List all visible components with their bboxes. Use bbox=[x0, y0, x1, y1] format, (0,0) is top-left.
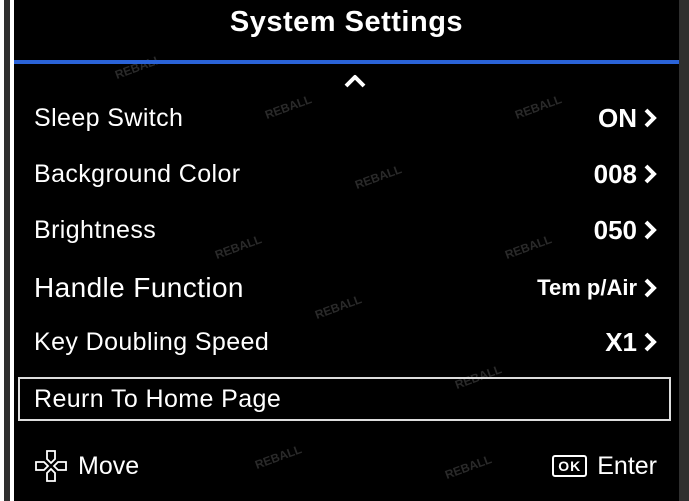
chevron-up-icon[interactable] bbox=[344, 70, 366, 92]
setting-label: Handle Function bbox=[34, 272, 244, 303]
setting-row-key-doubling-speed[interactable]: Key Doubling Speed X1 bbox=[34, 320, 657, 364]
setting-value: Tem p/Air bbox=[537, 275, 657, 301]
setting-value-text: 050 bbox=[593, 214, 637, 245]
setting-value: 008 bbox=[594, 159, 657, 190]
left-frame bbox=[0, 0, 14, 501]
footer-hints: Move OK Enter bbox=[34, 446, 657, 486]
setting-value: 050 bbox=[594, 215, 657, 246]
right-frame bbox=[679, 0, 689, 501]
setting-value-text: 008 bbox=[593, 158, 637, 189]
chevron-right-icon bbox=[644, 278, 657, 298]
setting-value: ON bbox=[598, 103, 657, 134]
setting-value-text: X1 bbox=[605, 326, 637, 357]
watermark: REBALL bbox=[113, 52, 164, 82]
ok-key-icon: OK bbox=[552, 455, 588, 477]
return-home-label: Reurn To Home Page bbox=[34, 384, 282, 413]
title-divider bbox=[14, 60, 679, 64]
setting-value: X1 bbox=[605, 327, 657, 358]
setting-value-text: ON bbox=[598, 102, 637, 133]
enter-label: Enter bbox=[597, 451, 657, 480]
setting-row-brightness[interactable]: Brightness 050 bbox=[34, 208, 657, 252]
chevron-right-icon bbox=[644, 220, 657, 240]
dpad-icon bbox=[35, 450, 67, 482]
setting-value-text: Tem p/Air bbox=[537, 275, 637, 300]
setting-row-handle-function[interactable]: Handle Function Tem p/Air bbox=[34, 266, 657, 310]
setting-row-sleep-switch[interactable]: Sleep Switch ON bbox=[34, 96, 657, 140]
setting-label: Key Doubling Speed bbox=[34, 327, 270, 356]
chevron-right-icon bbox=[644, 332, 657, 352]
chevron-right-icon bbox=[644, 108, 657, 128]
setting-label: Brightness bbox=[34, 215, 157, 244]
enter-hint: OK Enter bbox=[552, 452, 657, 481]
left-frame-inner bbox=[4, 0, 10, 501]
move-hint: Move bbox=[34, 449, 139, 483]
setting-label: Background Color bbox=[34, 159, 241, 188]
return-home-item[interactable]: Reurn To Home Page bbox=[18, 377, 671, 421]
move-label: Move bbox=[78, 451, 140, 480]
page-title: System Settings bbox=[229, 6, 464, 38]
setting-row-background-color[interactable]: Background Color 008 bbox=[34, 152, 657, 196]
settings-screen: REBALL REBALL REBALL REBALL REBALL REBAL… bbox=[14, 0, 679, 501]
setting-label: Sleep Switch bbox=[34, 103, 184, 132]
chevron-right-icon bbox=[644, 164, 657, 184]
